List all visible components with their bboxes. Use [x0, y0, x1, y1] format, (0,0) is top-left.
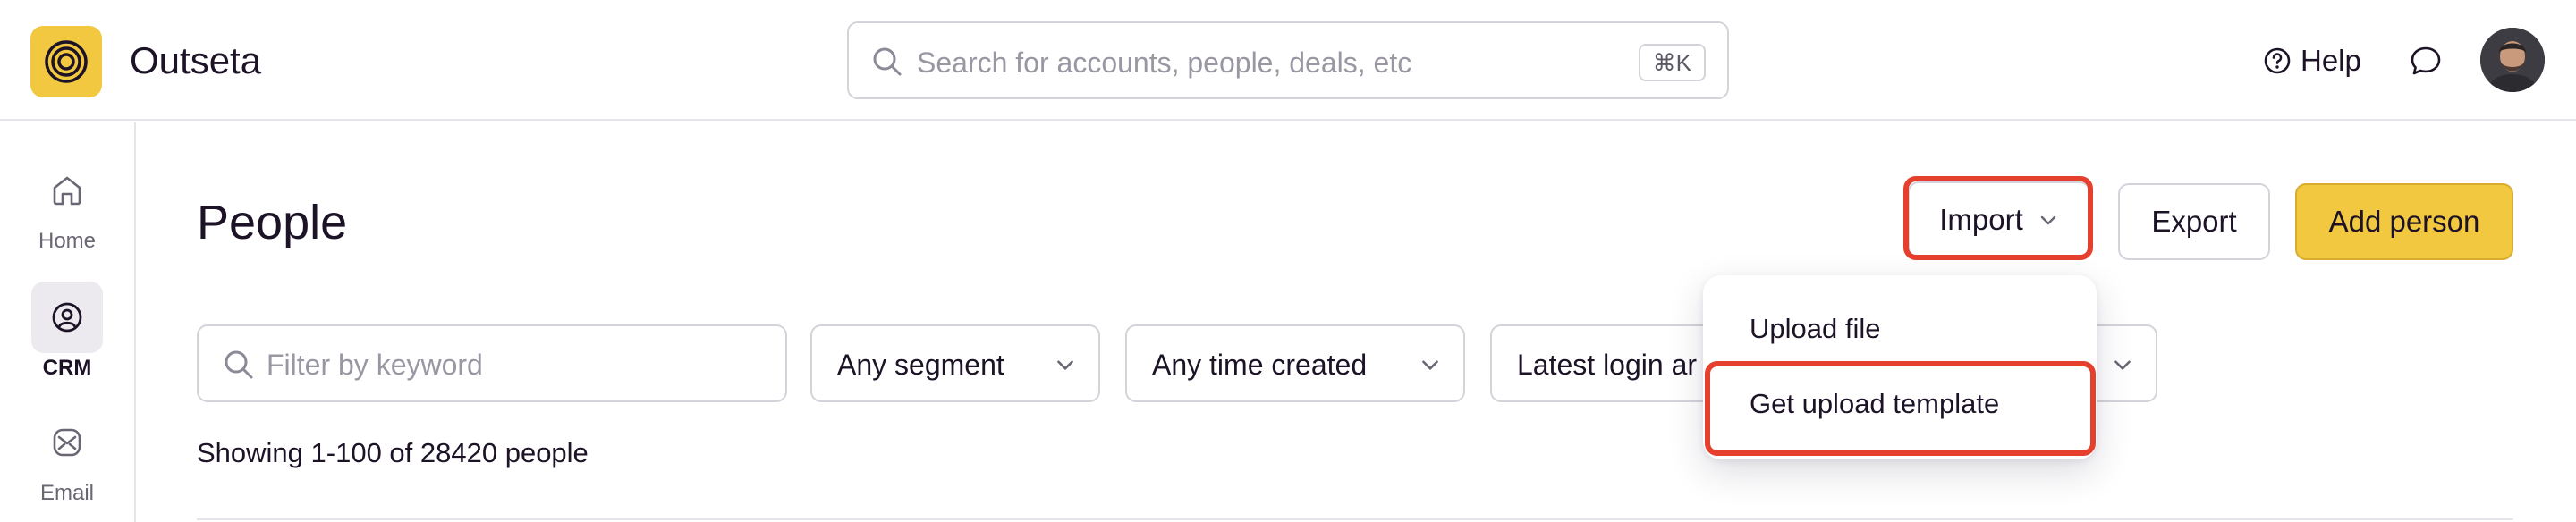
import-dropdown-menu: Upload file Get upload template — [1703, 275, 2097, 459]
page-title: People — [197, 196, 348, 249]
sidebar-item-home[interactable]: Home — [0, 155, 134, 255]
help-button[interactable]: Help — [2263, 41, 2361, 80]
time-created-select-label: Any time created — [1152, 349, 1368, 381]
search-icon — [225, 350, 253, 379]
menu-item-upload-file[interactable]: Upload file — [1750, 311, 1880, 347]
chevron-down-icon — [2114, 360, 2131, 370]
global-search-input[interactable]: Search for accounts, people, deals, etc … — [847, 21, 1729, 99]
search-icon — [873, 47, 902, 76]
sidebar-item-label: CRM — [42, 356, 92, 380]
import-label: Import — [1939, 203, 2023, 236]
sidebar-item-crm[interactable]: CRM — [0, 282, 134, 382]
chevron-down-icon — [1422, 360, 1438, 370]
search-shortcut-badge: ⌘K — [1638, 44, 1706, 81]
email-icon — [31, 407, 103, 478]
time-created-select[interactable]: Any time created — [1125, 324, 1465, 402]
crm-icon — [31, 282, 103, 353]
filter-placeholder: Filter by keyword — [267, 349, 483, 381]
brand-name: Outseta — [130, 39, 262, 81]
segment-select[interactable]: Any segment — [810, 324, 1100, 402]
help-icon — [2264, 47, 2291, 74]
table-divider — [197, 518, 2513, 520]
sidebar-item-label: Home — [38, 229, 97, 253]
logo-icon[interactable] — [30, 26, 102, 97]
chat-icon[interactable] — [2408, 43, 2444, 79]
latest-login-select-label: Latest login ar — [1517, 349, 1698, 381]
sidebar: Home CRM Email — [0, 122, 136, 522]
help-label: Help — [2301, 44, 2361, 77]
menu-item-get-upload-template[interactable]: Get upload template — [1750, 386, 1999, 422]
sidebar-item-email[interactable]: Email — [0, 407, 134, 507]
add-person-button[interactable]: Add person — [2295, 183, 2513, 260]
home-icon — [31, 155, 103, 226]
chevron-down-icon — [2040, 215, 2055, 225]
sidebar-item-label: Email — [39, 481, 94, 505]
segment-select-label: Any segment — [837, 349, 1004, 381]
avatar[interactable] — [2480, 28, 2545, 92]
results-count: Showing 1-100 of 28420 people — [197, 437, 589, 468]
export-button[interactable]: Export — [2118, 183, 2270, 260]
top-bar: Outseta Search for accounts, people, dea… — [0, 0, 2576, 121]
filter-keyword-input[interactable]: Filter by keyword — [197, 324, 787, 402]
search-placeholder: Search for accounts, people, deals, etc — [917, 46, 1412, 79]
import-button[interactable]: Import — [1908, 181, 2090, 258]
chevron-down-icon — [1057, 360, 1073, 370]
